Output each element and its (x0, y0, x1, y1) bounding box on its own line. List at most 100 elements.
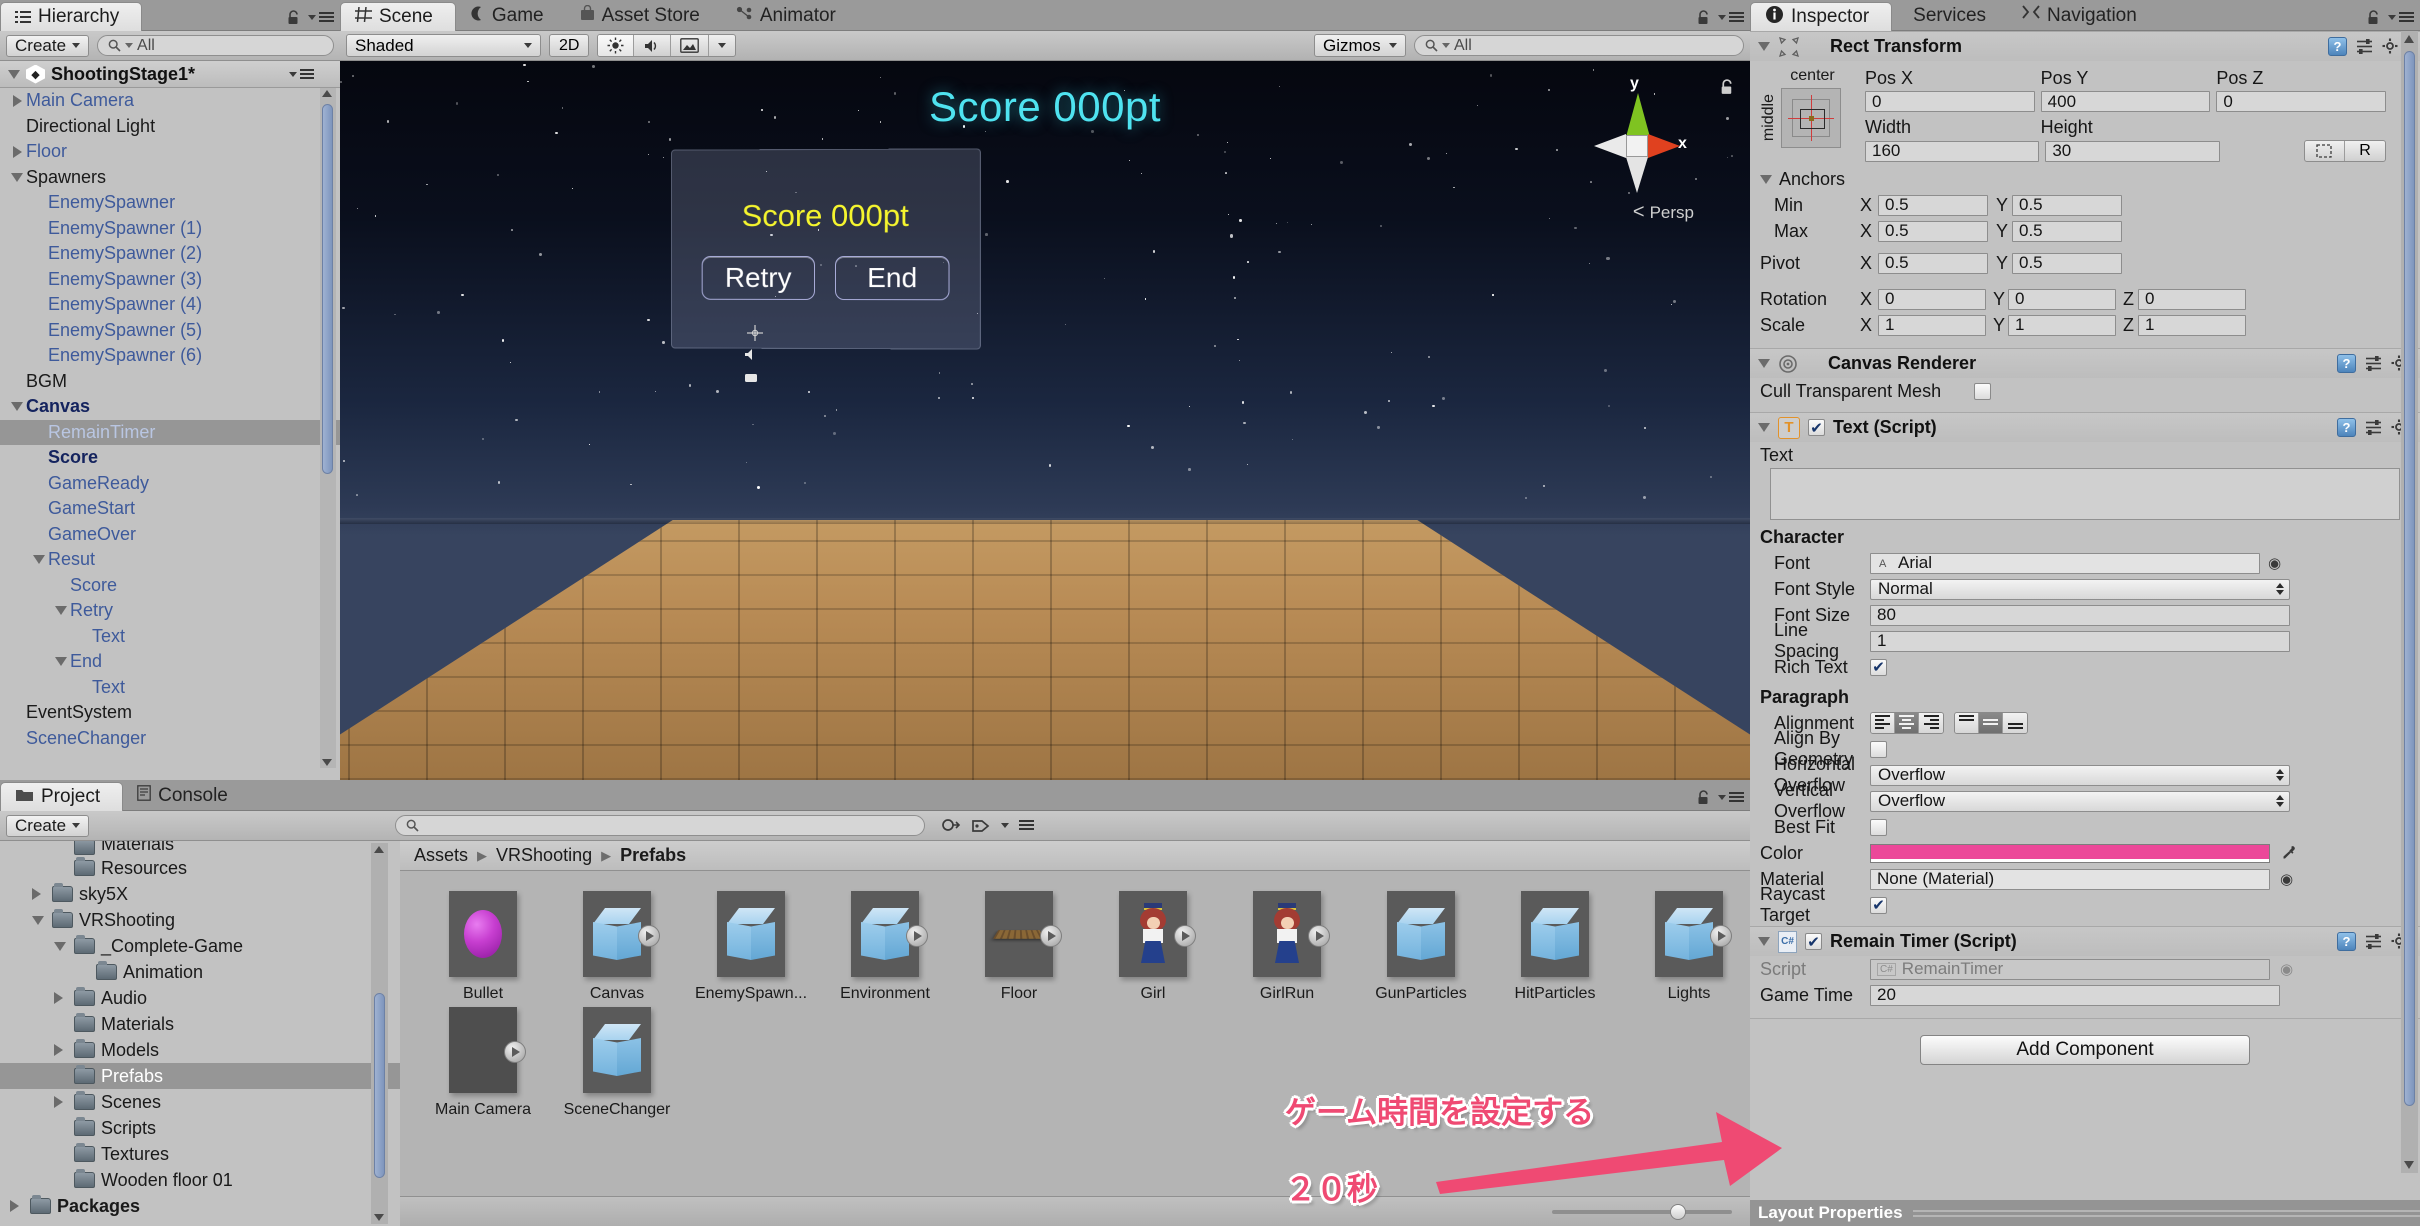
hierarchy-scrollbar[interactable] (320, 88, 336, 768)
hierarchy-item-enemyspawner[interactable]: EnemySpawner (0, 190, 340, 216)
tab-asset-store[interactable]: Asset Store (566, 1, 722, 30)
hierarchy-item-eventsystem[interactable]: EventSystem (0, 700, 340, 726)
hierarchy-item-enemyspawner-6-[interactable]: EnemySpawner (6) (0, 343, 340, 369)
scene-lock-icon[interactable] (1720, 79, 1734, 95)
retry-button[interactable]: Retry (701, 255, 816, 300)
asset-item[interactable]: Environment (824, 891, 946, 1003)
expand-arrow-icon[interactable] (54, 992, 74, 1004)
breadcrumb-item[interactable]: Assets (414, 845, 468, 866)
scene-viewport[interactable]: Score 000pt Score 000pt Retry End y x < … (340, 61, 1750, 780)
asset-item[interactable]: Canvas (556, 891, 678, 1003)
project-folder-prefabs[interactable]: Prefabs (0, 1063, 400, 1089)
align-by-geometry-checkbox[interactable] (1870, 740, 1887, 758)
hierarchy-item-end[interactable]: End (0, 649, 340, 675)
asset-thumbnail[interactable] (985, 891, 1062, 977)
font-style-dropdown[interactable]: Normal (1870, 578, 2290, 600)
line-spacing-input[interactable]: 1 (1870, 630, 2290, 652)
expand-arrow-icon[interactable] (54, 1096, 74, 1108)
gizmo-cone-x[interactable] (1648, 134, 1680, 158)
gear-icon[interactable] (2382, 38, 2399, 55)
pivot-x-input[interactable]: 0.5 (1878, 252, 1988, 274)
font-picker-icon[interactable]: ◉ (2268, 554, 2281, 572)
align-center-button[interactable] (1895, 713, 1919, 733)
horizontal-overflow-dropdown[interactable]: Overflow (1870, 764, 2290, 786)
hierarchy-item-enemyspawner-2-[interactable]: EnemySpawner (2) (0, 241, 340, 267)
preset-icon[interactable] (2365, 419, 2382, 436)
text-script-enabled-checkbox[interactable]: ✔ (1808, 419, 1825, 437)
tab-game[interactable]: Game (456, 1, 566, 30)
anchors-foldout[interactable]: Anchors (1750, 166, 2420, 192)
asset-thumbnail[interactable] (1387, 891, 1455, 977)
project-folder-sky5x[interactable]: sky5X (0, 881, 400, 907)
scene-orientation-gizmo[interactable]: y x (1582, 75, 1692, 209)
hierarchy-item-enemyspawner-1-[interactable]: EnemySpawner (1) (0, 216, 340, 242)
hierarchy-item-canvas[interactable]: Canvas (0, 394, 340, 420)
asset-thumbnail[interactable] (1655, 891, 1732, 977)
asset-item[interactable]: SceneChanger (556, 1007, 678, 1119)
audio-icon[interactable] (634, 35, 672, 56)
scale-x-input[interactable]: 1 (1878, 314, 1986, 336)
material-picker-icon[interactable]: ◉ (2280, 870, 2293, 888)
hierarchy-item-scenechanger[interactable]: SceneChanger (0, 726, 340, 752)
project-folder-animation[interactable]: Animation (0, 959, 400, 985)
scene-search-input[interactable]: All (1414, 35, 1744, 56)
asset-thumbnail[interactable] (1521, 891, 1589, 977)
breadcrumb-item[interactable]: Prefabs (620, 845, 686, 866)
hierarchy-item-enemyspawner-3-[interactable]: EnemySpawner (3) (0, 267, 340, 293)
scene-projection-label[interactable]: < Persp (1633, 201, 1694, 224)
gizmo-center-cube[interactable] (1626, 135, 1648, 157)
2d-toggle[interactable]: 2D (549, 34, 590, 57)
prefab-play-badge-icon[interactable] (1710, 925, 1732, 947)
blueprint-mode-button[interactable] (2305, 141, 2345, 161)
hierarchy-item-remaintimer[interactable]: RemainTimer (0, 419, 340, 445)
rotation-z-input[interactable]: 0 (2138, 288, 2246, 310)
component-header-text-script[interactable]: T ✔ Text (Script) ? (1750, 412, 2420, 442)
collapse-arrow-icon[interactable] (54, 941, 74, 951)
prefab-play-badge-icon[interactable] (1308, 925, 1330, 947)
lock-icon[interactable] (2367, 10, 2380, 25)
preset-icon[interactable] (2365, 355, 2382, 372)
project-folder-vrshooting[interactable]: VRShooting (0, 907, 400, 933)
help-icon[interactable]: ? (2337, 354, 2356, 373)
collapse-arrow-icon[interactable] (52, 606, 70, 616)
project-search-input[interactable] (395, 815, 926, 836)
help-icon[interactable]: ? (2328, 37, 2347, 56)
hierarchy-item-retry[interactable]: Retry (0, 598, 340, 624)
asset-item[interactable]: Main Camera (422, 1007, 544, 1119)
rotation-x-input[interactable]: 0 (1878, 288, 1986, 310)
asset-thumbnail[interactable] (1253, 891, 1330, 977)
prefab-play-badge-icon[interactable] (906, 925, 928, 947)
draw-mode-dropdown[interactable]: Shaded (346, 34, 541, 57)
asset-item[interactable]: EnemySpawn... (690, 891, 812, 1003)
asset-thumbnail[interactable] (449, 891, 517, 977)
asset-item[interactable]: Bullet (422, 891, 544, 1003)
anchor-preset-diagram[interactable] (1781, 88, 1841, 148)
pos-x-input[interactable]: 0 (1865, 91, 2035, 112)
cull-transparent-mesh-checkbox[interactable] (1974, 382, 1991, 400)
asset-thumbnail[interactable] (583, 891, 660, 977)
hierarchy-item-gameready[interactable]: GameReady (0, 471, 340, 497)
raw-edit-button[interactable]: R (2345, 141, 2385, 161)
scene-view-toggles[interactable] (597, 34, 737, 57)
add-component-button[interactable]: Add Component (1920, 1035, 2250, 1065)
hierarchy-item-bgm[interactable]: BGM (0, 369, 340, 395)
project-folder-wooden-floor-01[interactable]: Wooden floor 01 (0, 1167, 400, 1193)
gizmo-cone-z[interactable] (1626, 157, 1648, 193)
vertical-overflow-dropdown[interactable]: Overflow (1870, 790, 2290, 812)
collapse-arrow-icon[interactable] (30, 555, 48, 565)
preset-icon[interactable] (2365, 933, 2382, 950)
hierarchy-item-enemyspawner-5-[interactable]: EnemySpawner (5) (0, 318, 340, 344)
hierarchy-item-main-camera[interactable]: Main Camera (0, 88, 340, 114)
label-icon[interactable] (971, 817, 991, 835)
hierarchy-scene-row[interactable]: ◆ ShootingStage1* (0, 61, 340, 88)
component-header-remain-timer[interactable]: C# ✔ Remain Timer (Script) ? (1750, 926, 2420, 956)
best-fit-checkbox[interactable] (1870, 818, 1887, 836)
material-object-field[interactable]: None (Material) (1870, 868, 2270, 890)
font-object-field[interactable]: A Arial (1870, 552, 2260, 574)
align-right-button[interactable] (1919, 713, 1943, 733)
tab-project[interactable]: Project (0, 782, 124, 811)
expand-arrow-icon[interactable] (54, 1044, 74, 1056)
breadcrumb-item[interactable]: VRShooting (496, 845, 592, 866)
tab-console[interactable]: Console (123, 781, 250, 810)
project-folder--complete-game[interactable]: _Complete-Game (0, 933, 400, 959)
